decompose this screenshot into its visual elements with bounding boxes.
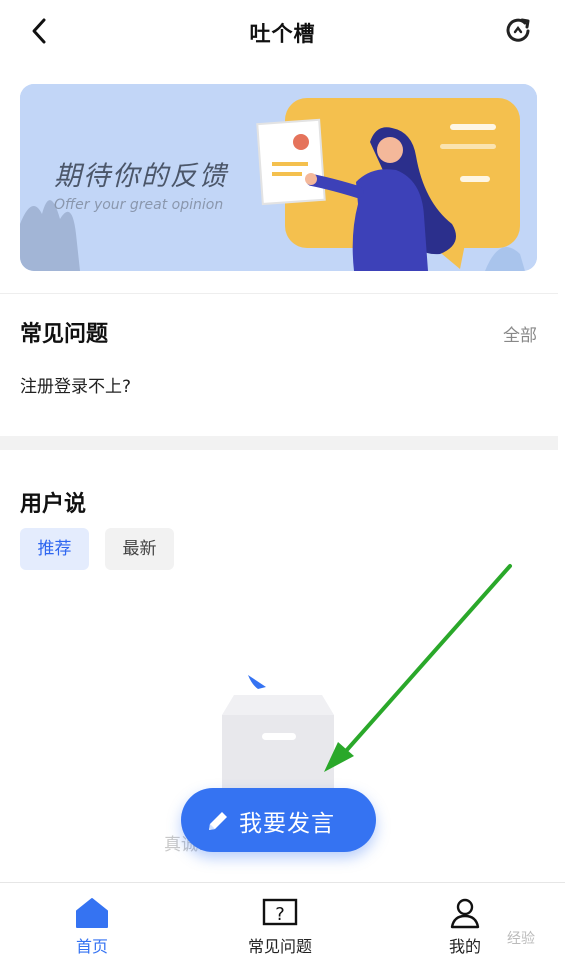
nav-mine-label: 我的 [448,937,481,956]
section-gap [0,436,558,450]
banner-text: 期待你的反馈 Offer your great opinion [54,154,228,213]
post-button-label: 我要发言 [239,811,335,837]
tab-latest[interactable]: 最新 [105,528,174,570]
nav-faq-label: 常见问题 [247,937,312,956]
page-title: 吐个槽 [249,22,316,46]
nav-home-label: 首页 [75,937,108,956]
question-box-icon: ? [262,898,298,926]
post-comment-button[interactable]: 我要发言 [181,788,376,852]
refresh-icon[interactable] [503,16,533,46]
svg-text:?: ? [275,904,285,925]
tab-recommended[interactable]: 推荐 [20,528,89,570]
top-bar: 吐个槽 [0,0,565,64]
nav-home[interactable]: 首页 [62,897,122,957]
empty-box-icon [222,675,334,790]
nav-mine[interactable]: 我的 [430,897,500,957]
faq-section-title: 常见问题 [20,322,109,347]
faq-question-item[interactable]: 注册登录不上? [20,372,131,397]
home-icon [76,898,108,928]
section-divider [0,293,558,294]
pencil-icon [209,812,227,830]
banner-title: 期待你的反馈 [54,161,228,192]
feedback-banner[interactable]: 期待你的反馈 Offer your great opinion [20,84,537,271]
nav-faq[interactable]: ? 常见问题 [240,897,320,957]
watermark: 经验 [507,931,535,947]
banner-subtitle: Offer your great opinion [54,197,224,213]
user-say-title: 用户说 [20,492,87,517]
bottom-navigation: 首页 ? 常见问题 我的 [0,882,565,975]
faq-view-all-link[interactable]: 全部 [503,321,537,346]
person-icon [450,898,480,929]
